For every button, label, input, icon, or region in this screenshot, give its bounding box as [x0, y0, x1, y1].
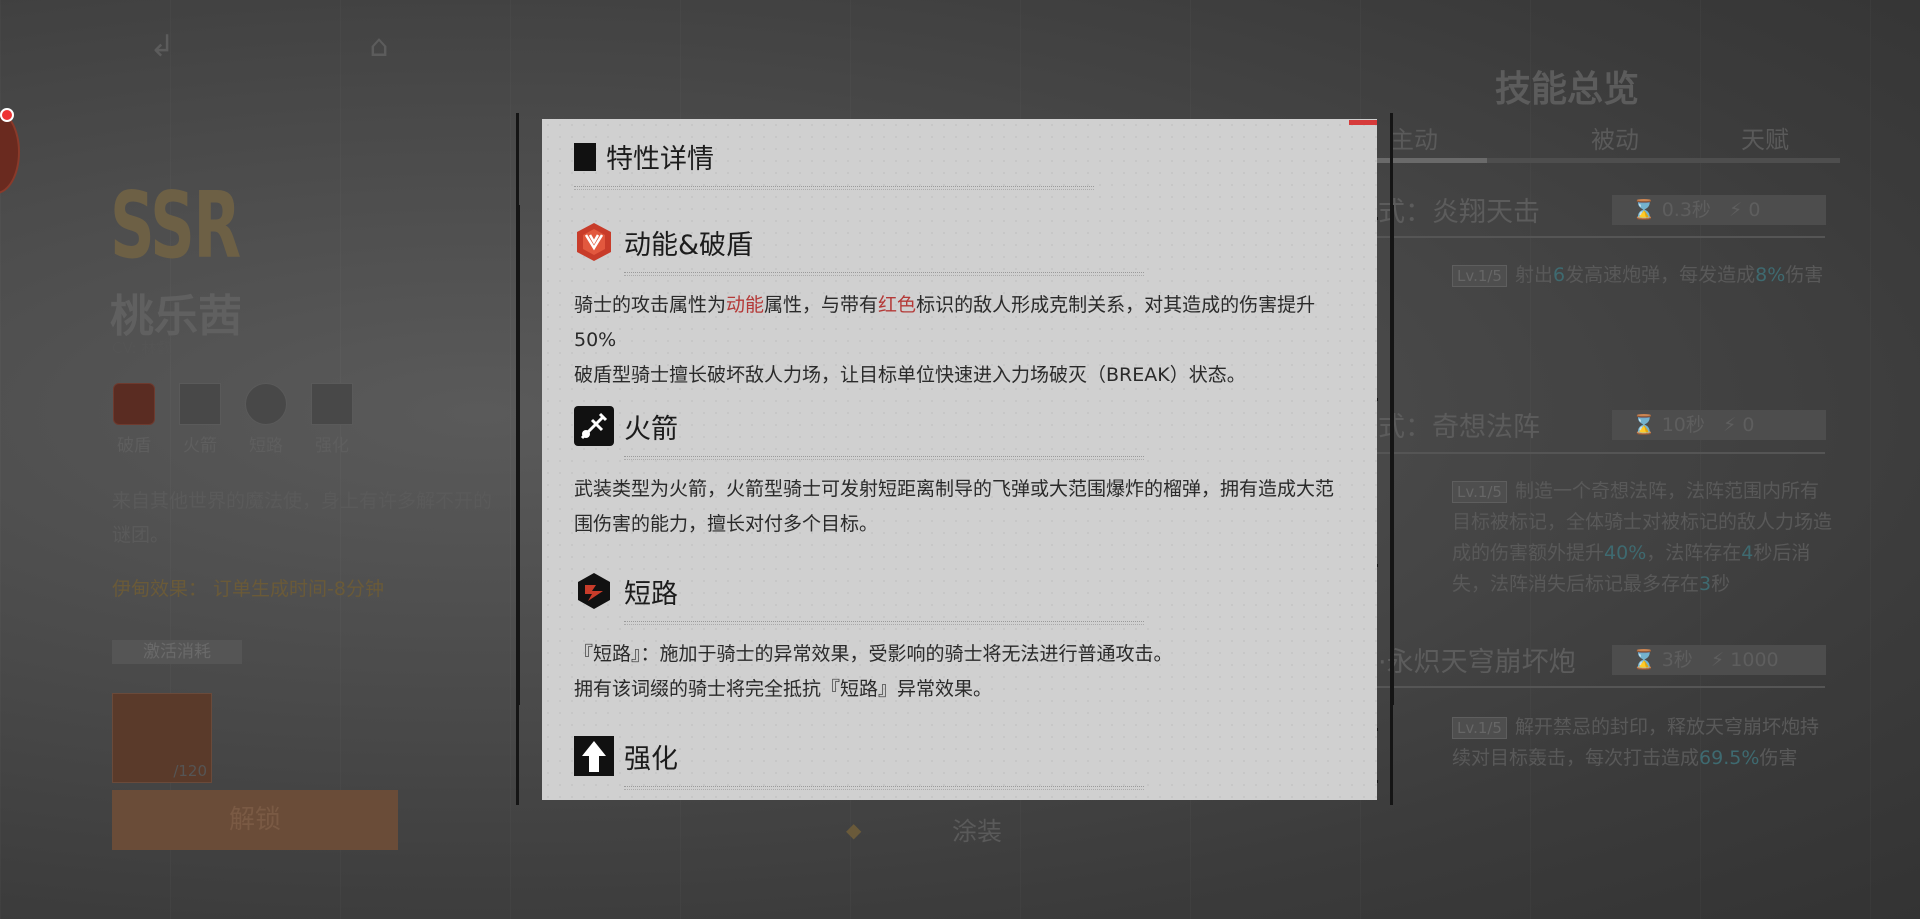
character-description: 来自其他世界的魔法使，身上有许多解不开的谜团。 [112, 490, 493, 546]
title-square-icon [574, 142, 596, 171]
skill-row[interactable]: ·永炽天穹崩坏炮 ⌛ 3秒 ⚡ 1000 [1370, 640, 1830, 680]
skill-description: Lv.1/5 射出6发高速炮弹，每发造成8%伤害 [1452, 260, 1832, 291]
tag-short-circuit[interactable]: 短路 [244, 383, 288, 456]
tab-passive[interactable]: 被动 [1540, 120, 1690, 155]
section-body: 『短路』：施加于骑士的异常效果，受影响的骑士将无法进行普通攻击。 拥有该词缀的骑… [574, 643, 1173, 700]
tag-label: 火箭 [183, 436, 217, 456]
skills-tabs: 主动 被动 天赋 [1380, 120, 1840, 155]
modal-frame-left [516, 205, 520, 705]
skill-level: Lv.1/5 [1452, 265, 1507, 287]
enhance-icon [311, 383, 353, 425]
fine-print-line [624, 621, 1144, 625]
activation-cost-label: 激活消耗 [112, 640, 242, 664]
skill-row[interactable]: 式：奇想法阵 ⌛ 10秒 ⚡ 0 [1370, 405, 1830, 445]
energy-value: 1000 [1730, 649, 1779, 671]
rocket-icon [179, 383, 221, 425]
section-body: 武装类型为火箭，火箭型骑士可发射短距离制导的飞弹或大范围爆炸的榴弹，拥有造成大范… [574, 478, 1335, 535]
skin-icon: ◆ [846, 818, 862, 842]
back-arrow-icon[interactable]: ↲ [145, 30, 179, 64]
divider [1370, 236, 1825, 238]
skill-row[interactable]: 式：炎翔天击 ⌛ 0.3秒 ⚡ 0 [1370, 190, 1830, 230]
modal-frame-right [1390, 205, 1394, 705]
section-title: 动能&破盾 [624, 229, 754, 261]
skills-panel-title: 技能总览 [1495, 69, 1640, 110]
fine-print-line [624, 272, 1144, 276]
enhance-icon [574, 736, 614, 776]
fine-print-line [624, 786, 1144, 790]
skill-name: ·永炽天穹崩坏炮 [1378, 647, 1576, 678]
skill-level: Lv.1/5 [1452, 481, 1507, 503]
cooldown-value: 0.3秒 [1661, 199, 1711, 221]
trait-section-short-circuit: 短路 『短路』：施加于骑士的异常效果，受影响的骑士将无法进行普通攻击。 拥有该词… [574, 571, 1345, 707]
tag-rocket[interactable]: 火箭 [178, 383, 222, 456]
skill-name: 式：奇想法阵 [1378, 412, 1540, 443]
skill-description: Lv.1/5 制造一个奇想法阵，法阵范围内所有目标被标记，全体骑士对被标记的敌人力… [1452, 480, 1833, 595]
eden-bonus: 伊甸效果： 订单生成时间-8分钟 [112, 578, 384, 600]
tag-label: 强化 [315, 436, 349, 456]
skill-description: Lv.1/5 解开禁忌的封印，释放天穹崩坏炮持续对目标轰击，每次打击造成69.5%… [1452, 716, 1819, 769]
skill-level: Lv.1/5 [1452, 717, 1507, 739]
tab-talent[interactable]: 天赋 [1690, 120, 1840, 155]
section-title: 强化 [624, 743, 678, 775]
short-circuit-icon [574, 571, 614, 611]
trait-section-rocket: 火箭 武装类型为火箭，火箭型骑士可发射短距离制导的飞弹或大范围爆炸的榴弹，拥有造… [574, 406, 1345, 542]
short-circuit-icon [245, 383, 287, 425]
unlock-button[interactable]: 解锁 [112, 790, 398, 850]
section-body: 骑士的攻击属性为动能属性，与带有红色标识的敌人形成克制关系，对其造成的伤害提升5… [574, 294, 1316, 386]
fine-print-line [574, 186, 1094, 190]
trait-section-kinetic: 动能&破盾 骑士的攻击属性为动能属性，与带有红色标识的敌人形成克制关系，对其造成… [574, 222, 1345, 393]
skill-name: 式：炎翔天击 [1378, 197, 1540, 228]
energy-value: 0 [1742, 414, 1755, 436]
trait-details-modal[interactable]: 特性详情 动能&破盾 骑士的攻击属性为动能属性，与带有红色标识的敌人形成克制关系… [542, 119, 1377, 800]
character-name: 桃乐茜 [110, 291, 242, 342]
tag-break-shield[interactable]: 破盾 [112, 383, 156, 456]
kinetic-break-icon [574, 222, 614, 262]
home-icon[interactable]: ⌂ [362, 30, 396, 64]
rarity-label: SSR [110, 172, 241, 279]
unlock-material-item[interactable]: /120 [112, 693, 212, 783]
break-shield-icon [113, 383, 155, 425]
skill-stats: ⌛ 3秒 ⚡ 1000 [1612, 645, 1826, 675]
tab-active[interactable]: 主动 [1380, 120, 1540, 155]
divider [1370, 686, 1825, 688]
item-count: /120 [173, 762, 207, 780]
modal-corner-accent [1349, 120, 1377, 125]
rocket-icon [574, 406, 614, 446]
fine-print-line [624, 456, 1144, 460]
cooldown-value: 10秒 [1661, 414, 1705, 436]
section-title: 火箭 [624, 413, 678, 445]
tag-label: 破盾 [117, 436, 151, 456]
skin-button[interactable]: 涂装 [952, 812, 1002, 848]
skill-stats: ⌛ 0.3秒 ⚡ 0 [1612, 195, 1826, 225]
divider [1370, 452, 1825, 454]
energy-value: 0 [1748, 199, 1761, 221]
trait-tags: 破盾 火箭 短路 强化 [112, 383, 354, 456]
tag-label: 短路 [249, 436, 283, 456]
voice-actor: CV: 林叡 [112, 339, 172, 357]
tag-enhance[interactable]: 强化 [310, 383, 354, 456]
tab-indicator [1370, 158, 1840, 163]
section-title: 短路 [624, 578, 678, 610]
modal-header: 特性详情 [574, 137, 1345, 190]
modal-title: 特性详情 [606, 144, 714, 175]
cooldown-value: 3秒 [1661, 649, 1693, 671]
skill-stats: ⌛ 10秒 ⚡ 0 [1612, 410, 1826, 440]
trait-section-enhance: 强化 [574, 736, 1345, 790]
